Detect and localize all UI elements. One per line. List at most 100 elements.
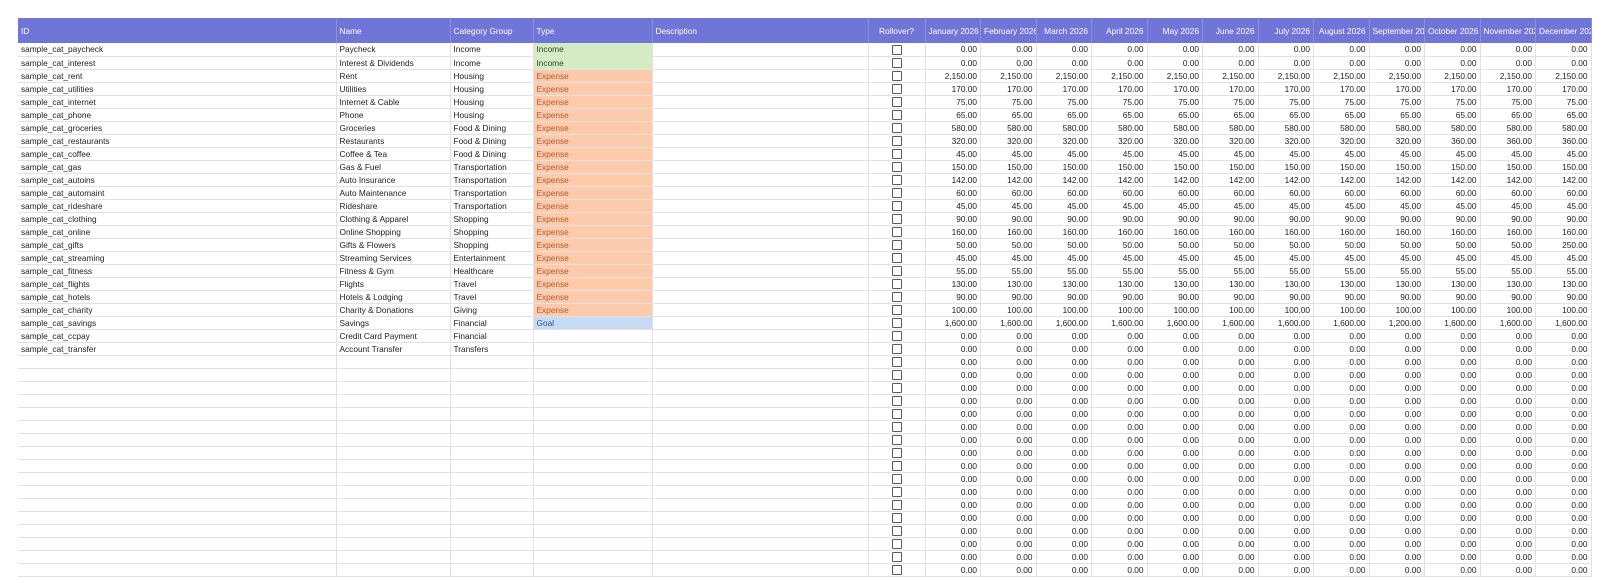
cell-month-value[interactable]: 100.00 — [980, 303, 1037, 317]
cell-rollover[interactable] — [868, 433, 926, 447]
cell-month-value[interactable]: 0.00 — [1147, 43, 1203, 57]
cell-month-value[interactable]: 0.00 — [1202, 56, 1259, 70]
cell-month-value[interactable]: 0.00 — [1535, 446, 1592, 460]
cell-month-value[interactable]: 100.00 — [1036, 303, 1092, 317]
cell-category-group[interactable] — [450, 355, 534, 369]
cell-month-value[interactable]: 90.00 — [1480, 212, 1536, 226]
cell-month-value[interactable]: 0.00 — [1091, 407, 1148, 421]
cell-month-value[interactable]: 0.00 — [1535, 420, 1592, 434]
cell-month-value[interactable]: 0.00 — [1480, 420, 1536, 434]
rollover-checkbox[interactable] — [891, 318, 902, 328]
cell-name[interactable] — [336, 368, 451, 382]
cell-month-value[interactable]: 0.00 — [1369, 446, 1425, 460]
cell-type[interactable] — [533, 550, 653, 564]
cell-id[interactable]: sample_cat_paycheck — [18, 43, 337, 57]
cell-month-value[interactable]: 0.00 — [1091, 537, 1148, 551]
cell-month-value[interactable]: 0.00 — [1091, 43, 1148, 57]
cell-category-group[interactable] — [450, 420, 534, 434]
cell-month-value[interactable]: 2,150.00 — [1535, 69, 1592, 83]
cell-month-value[interactable]: 0.00 — [1258, 459, 1314, 473]
rollover-checkbox[interactable] — [891, 474, 902, 484]
header-id[interactable]: ID — [18, 18, 337, 43]
cell-month-value[interactable]: 142.00 — [1091, 173, 1148, 187]
cell-month-value[interactable]: 2,150.00 — [1202, 69, 1259, 83]
rollover-checkbox[interactable] — [891, 97, 902, 107]
cell-category-group[interactable]: Shopping — [450, 225, 534, 239]
cell-month-value[interactable]: 0.00 — [1313, 459, 1370, 473]
cell-month-value[interactable]: 90.00 — [1535, 212, 1592, 226]
cell-id[interactable] — [18, 524, 337, 538]
cell-category-group[interactable] — [450, 511, 534, 525]
cell-month-value[interactable]: 90.00 — [1313, 212, 1370, 226]
cell-type[interactable]: Expense — [533, 147, 653, 161]
cell-month-value[interactable]: 45.00 — [1036, 251, 1092, 265]
cell-month-value[interactable]: 65.00 — [1036, 108, 1092, 122]
cell-month-value[interactable]: 45.00 — [925, 199, 981, 213]
cell-description[interactable] — [652, 459, 869, 473]
cell-month-value[interactable]: 0.00 — [1424, 342, 1481, 356]
cell-type[interactable] — [533, 407, 653, 421]
cell-name[interactable]: Clothing & Apparel — [336, 212, 451, 226]
cell-month-value[interactable]: 90.00 — [1202, 290, 1259, 304]
rollover-checkbox[interactable] — [891, 110, 902, 120]
cell-id[interactable]: sample_cat_rent — [18, 69, 337, 83]
cell-month-value[interactable]: 150.00 — [1424, 160, 1481, 174]
rollover-checkbox[interactable] — [891, 331, 902, 341]
cell-month-value[interactable]: 65.00 — [1258, 108, 1314, 122]
cell-category-group[interactable]: Travel — [450, 277, 534, 291]
cell-month-value[interactable]: 0.00 — [1036, 56, 1092, 70]
cell-month-value[interactable]: 0.00 — [1258, 407, 1314, 421]
cell-month-value[interactable]: 150.00 — [1313, 160, 1370, 174]
header-month[interactable]: December 2026 — [1535, 18, 1592, 43]
cell-month-value[interactable]: 0.00 — [1258, 433, 1314, 447]
cell-category-group[interactable]: Entertainment — [450, 251, 534, 265]
cell-month-value[interactable]: 0.00 — [1535, 56, 1592, 70]
cell-month-value[interactable]: 0.00 — [1313, 511, 1370, 525]
rollover-checkbox[interactable] — [891, 175, 902, 185]
cell-month-value[interactable]: 0.00 — [980, 511, 1037, 525]
cell-name[interactable]: Streaming Services — [336, 251, 451, 265]
cell-month-value[interactable]: 0.00 — [1036, 433, 1092, 447]
cell-description[interactable] — [652, 485, 869, 499]
cell-month-value[interactable]: 0.00 — [1369, 472, 1425, 486]
cell-month-value[interactable]: 2,150.00 — [1313, 69, 1370, 83]
cell-month-value[interactable]: 130.00 — [1313, 277, 1370, 291]
cell-month-value[interactable]: 45.00 — [1036, 147, 1092, 161]
rollover-checkbox[interactable] — [891, 292, 902, 302]
cell-month-value[interactable]: 170.00 — [1313, 82, 1370, 96]
cell-category-group[interactable]: Income — [450, 56, 534, 70]
cell-description[interactable] — [652, 173, 869, 187]
cell-month-value[interactable]: 0.00 — [925, 420, 981, 434]
cell-month-value[interactable]: 0.00 — [1202, 550, 1259, 564]
cell-month-value[interactable]: 150.00 — [1535, 160, 1592, 174]
cell-month-value[interactable]: 1,600.00 — [980, 316, 1037, 330]
cell-description[interactable] — [652, 342, 869, 356]
cell-month-value[interactable]: 130.00 — [1535, 277, 1592, 291]
cell-month-value[interactable]: 0.00 — [1535, 355, 1592, 369]
cell-type[interactable]: Expense — [533, 290, 653, 304]
cell-rollover[interactable] — [868, 251, 926, 265]
cell-month-value[interactable]: 100.00 — [1091, 303, 1148, 317]
cell-month-value[interactable]: 150.00 — [1202, 160, 1259, 174]
cell-id[interactable] — [18, 420, 337, 434]
cell-type[interactable] — [533, 472, 653, 486]
cell-description[interactable] — [652, 134, 869, 148]
cell-rollover[interactable] — [868, 95, 926, 109]
cell-month-value[interactable]: 0.00 — [1258, 485, 1314, 499]
cell-id[interactable]: sample_cat_streaming — [18, 251, 337, 265]
cell-month-value[interactable]: 0.00 — [1480, 511, 1536, 525]
cell-month-value[interactable]: 0.00 — [1147, 472, 1203, 486]
cell-month-value[interactable]: 60.00 — [980, 186, 1037, 200]
rollover-checkbox[interactable] — [891, 565, 902, 575]
cell-month-value[interactable]: 0.00 — [980, 43, 1037, 57]
cell-name[interactable]: Phone — [336, 108, 451, 122]
cell-month-value[interactable]: 0.00 — [980, 329, 1037, 343]
cell-month-value[interactable]: 150.00 — [1258, 160, 1314, 174]
cell-month-value[interactable]: 45.00 — [980, 147, 1037, 161]
cell-month-value[interactable]: 160.00 — [1313, 225, 1370, 239]
rollover-checkbox[interactable] — [891, 487, 902, 497]
cell-month-value[interactable]: 580.00 — [980, 121, 1037, 135]
rollover-checkbox[interactable] — [891, 357, 902, 367]
cell-month-value[interactable]: 2,150.00 — [980, 69, 1037, 83]
cell-type[interactable] — [533, 459, 653, 473]
